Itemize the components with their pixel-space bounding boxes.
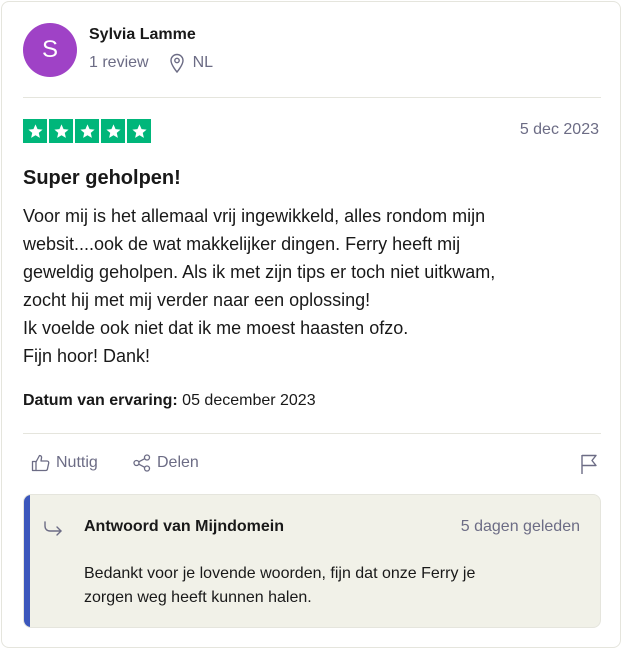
thumbs-up-icon xyxy=(31,454,50,472)
reply-accent-bar xyxy=(24,495,30,627)
avatar[interactable]: S xyxy=(23,23,77,77)
reply-line: Bedankt voor je lovende woorden, fijn da… xyxy=(84,565,476,582)
reply-body: Bedankt voor je lovende woorden, fijn da… xyxy=(84,562,564,610)
reply-title: Antwoord van Mijndomein xyxy=(84,518,284,535)
review-line: zocht hij met mij verder naar een oploss… xyxy=(23,290,371,310)
review-line: Fijn hoor! Dank! xyxy=(23,346,151,366)
star-icon xyxy=(101,119,125,143)
share-icon xyxy=(133,454,151,472)
reviewer-name[interactable]: Sylvia Lamme xyxy=(89,26,196,44)
star-icon xyxy=(23,119,47,143)
review-card: S Sylvia Lamme 1 review NL 5 dec 2023 Su… xyxy=(1,1,621,648)
review-body: Voor mij is het allemaal vrij ingewikkel… xyxy=(23,202,583,370)
share-button[interactable]: Delen xyxy=(132,453,199,473)
reviewer-meta: 1 review NL xyxy=(89,53,213,73)
header-divider xyxy=(23,97,601,98)
star-icon xyxy=(127,119,151,143)
actions-divider xyxy=(23,433,601,434)
report-flag-icon[interactable] xyxy=(579,453,599,480)
star-icon xyxy=(49,119,73,143)
useful-label: Nuttig xyxy=(56,454,98,471)
reply-line: zorgen weg heeft kunnen halen. xyxy=(84,589,312,606)
experience-date: Datum van ervaring: 05 december 2023 xyxy=(23,392,316,410)
review-date: 5 dec 2023 xyxy=(519,121,599,138)
review-line: Ik voelde ook niet dat ik me moest haast… xyxy=(23,318,409,338)
useful-button[interactable]: Nuttig xyxy=(31,453,98,473)
reply-time: 5 dagen geleden xyxy=(460,518,580,535)
review-line: Voor mij is het allemaal vrij ingewikkel… xyxy=(23,206,486,226)
reviewer-country: NL xyxy=(192,54,214,71)
share-label: Delen xyxy=(157,454,199,471)
experience-date-label: Datum van ervaring: xyxy=(23,392,178,409)
company-reply: Antwoord van Mijndomein 5 dagen geleden … xyxy=(23,494,601,628)
review-line: geweldig geholpen. Als ik met zijn tips … xyxy=(23,262,496,282)
review-count: 1 review xyxy=(89,54,149,71)
star-rating xyxy=(23,119,151,143)
reply-arrow-icon xyxy=(43,520,65,543)
avatar-initial: S xyxy=(41,36,58,63)
review-line: websit....ook de wat makkelijker dingen.… xyxy=(23,234,461,254)
review-title[interactable]: Super geholpen! xyxy=(23,167,181,190)
star-icon xyxy=(75,119,99,143)
experience-date-value: 05 december 2023 xyxy=(182,392,316,409)
location-pin-icon xyxy=(169,53,185,73)
